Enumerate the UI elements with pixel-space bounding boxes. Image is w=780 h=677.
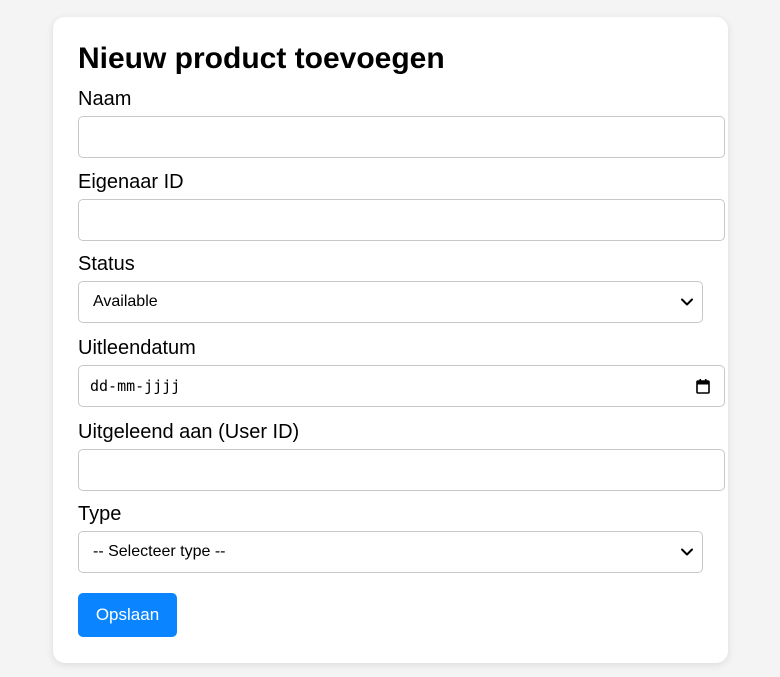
status-selected-value: Available [93, 293, 158, 310]
calendar-icon[interactable] [695, 378, 711, 394]
status-select[interactable]: Available [78, 281, 703, 323]
naam-input[interactable] [78, 116, 725, 158]
uitgeleend-aan-input[interactable] [78, 449, 725, 491]
type-label: Type [78, 503, 122, 525]
eigenaar-id-input[interactable] [78, 199, 725, 241]
uitgeleend-aan-label: Uitgeleend aan (User ID) [78, 421, 300, 443]
uitleendatum-date-input[interactable]: dd-mm-jjjj [78, 365, 725, 407]
type-selected-value: -- Selecteer type -- [93, 543, 226, 560]
chevron-down-icon [680, 295, 694, 309]
uitleendatum-label: Uitleendatum [78, 337, 196, 359]
eigenaar-id-label: Eigenaar ID [78, 171, 184, 193]
chevron-down-icon [680, 545, 694, 559]
save-button[interactable]: Opslaan [78, 593, 177, 637]
page-title: Nieuw product toevoegen [78, 42, 445, 75]
add-product-card: Nieuw product toevoegen Naam Eigenaar ID… [53, 17, 728, 663]
type-select[interactable]: -- Selecteer type -- [78, 531, 703, 573]
uitleendatum-placeholder: dd-mm-jjjj [90, 377, 181, 395]
naam-label: Naam [78, 88, 132, 110]
status-label: Status [78, 253, 135, 275]
